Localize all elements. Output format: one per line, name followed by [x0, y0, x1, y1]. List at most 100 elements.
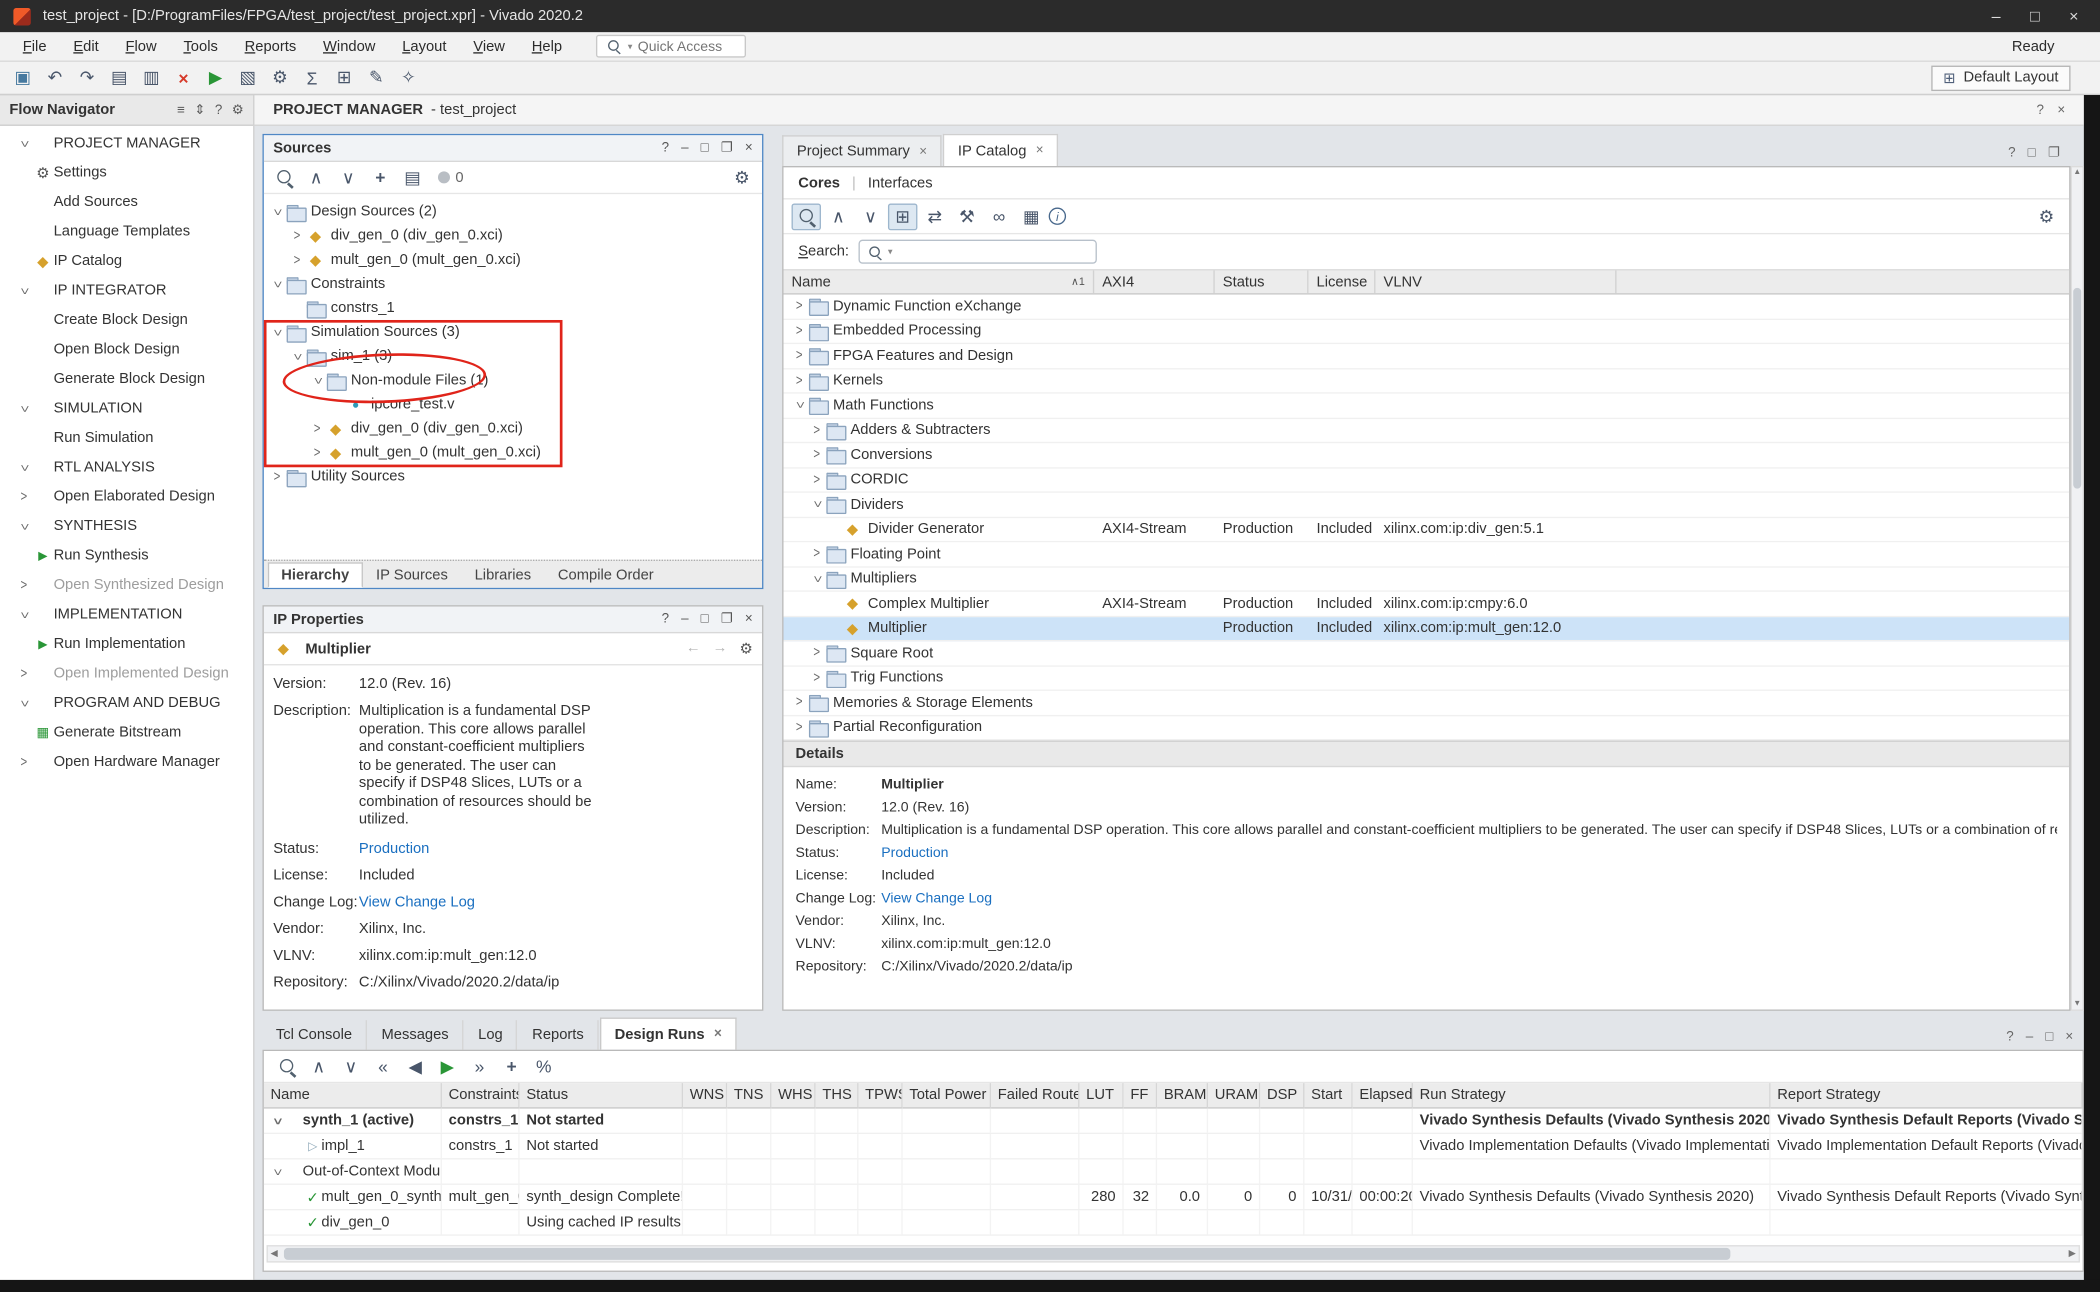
horizontal-scrollbar[interactable]: ◀ ▶ — [267, 1245, 2080, 1262]
flow-nav-entry[interactable]: SIMULATION — [0, 394, 253, 423]
menu-item[interactable]: File — [11, 35, 59, 56]
div_gen_0[interactable]: div_gen_0 Using cached IP results — [264, 1210, 2083, 1235]
expander-icon[interactable] — [809, 497, 825, 512]
FPGA Features and Design[interactable]: FPGA Features and Design — [783, 344, 2069, 369]
menu-item[interactable]: Reports — [233, 35, 309, 56]
column-header[interactable]: AXI4 — [1094, 270, 1215, 293]
reset-runs-icon[interactable]: « — [368, 1053, 397, 1080]
Kernels[interactable]: Kernels — [783, 369, 2069, 394]
column-header[interactable]: BRAM — [1157, 1083, 1208, 1108]
mult_gen_0_synth_1[interactable]: mult_gen_0_synth_1 mult_gen_0 synth_desi… — [264, 1185, 2083, 1210]
collapse-all-icon[interactable]: ∧ — [824, 203, 853, 230]
float-icon[interactable]: □ — [701, 141, 709, 156]
column-header[interactable]: Status — [1215, 270, 1309, 293]
column-header[interactable]: Failed Routes — [991, 1083, 1079, 1108]
flow-nav-entry[interactable]: Open Elaborated Design — [0, 482, 253, 511]
close-icon[interactable]: × — [2065, 1030, 2073, 1045]
column-header[interactable]: Status — [520, 1083, 683, 1108]
catalog-search-box[interactable]: ▾ — [858, 240, 1096, 264]
flow-nav-entry[interactable]: RTL ANALYSIS — [0, 453, 253, 482]
search-icon[interactable] — [269, 164, 298, 191]
column-header[interactable]: License — [1308, 270, 1375, 293]
resize-icon[interactable]: ⇕ — [194, 102, 205, 117]
collapse-all-icon[interactable]: ∧ — [301, 164, 330, 191]
run-icon[interactable]: ▶ — [201, 64, 230, 91]
expand-all-icon[interactable]: ∨ — [336, 1053, 365, 1080]
edit-icon[interactable]: ✎ — [362, 64, 391, 91]
tab-reports[interactable]: Reports × — [519, 1020, 599, 1049]
expander-icon[interactable] — [269, 325, 285, 340]
tree-item[interactable]: div_gen_0 (div_gen_0.xci) — [264, 224, 762, 248]
sources-panel-titlebar[interactable]: Sources ? – □ ❐ × — [264, 135, 762, 162]
minimize-icon[interactable]: – — [681, 141, 688, 156]
column-header[interactable]: LUT — [1079, 1083, 1123, 1108]
tree-item[interactable]: constrs_1 — [264, 296, 762, 320]
CORDIC[interactable]: CORDIC — [783, 468, 2069, 493]
impl_1[interactable]: impl_1 constrs_1 Not started — [264, 1134, 2083, 1159]
column-header[interactable]: Total Power — [903, 1083, 991, 1108]
expander-icon[interactable] — [792, 398, 808, 413]
Dividers[interactable]: Dividers — [783, 493, 2069, 518]
help-icon[interactable]: ? — [2008, 146, 2015, 161]
expander-icon[interactable] — [269, 1113, 285, 1128]
tab-ip-sources[interactable]: IP Sources — [363, 562, 462, 587]
tab-close-icon[interactable]: × — [714, 1027, 722, 1042]
table-view-icon[interactable]: ▦ — [1017, 203, 1046, 230]
menu-item[interactable]: Flow — [113, 35, 168, 56]
ip-properties-titlebar[interactable]: IP Properties ? – □ ❐ × — [264, 607, 762, 634]
undo-icon[interactable]: ↶ — [40, 64, 69, 91]
flow-nav-entry[interactable]: PROGRAM AND DEBUG — [0, 688, 253, 717]
tab-compile-order[interactable]: Compile Order — [545, 562, 668, 587]
tree-item[interactable]: ipcore_test.v — [264, 392, 762, 416]
settings-icon[interactable]: ⚙ — [727, 164, 756, 191]
close-icon[interactable]: × — [745, 141, 753, 156]
tab-tcl-console[interactable]: Tcl Console × — [263, 1020, 367, 1049]
tree-item[interactable]: Utility Sources — [264, 465, 762, 489]
help-icon[interactable]: ? — [2037, 102, 2044, 117]
settings-icon[interactable]: ⚙ — [232, 102, 244, 117]
flow-nav-entry[interactable]: Create Block Design — [0, 305, 253, 334]
expander-icon[interactable] — [309, 445, 325, 460]
maximize-button[interactable]: □ — [2030, 7, 2040, 26]
tree-item[interactable]: mult_gen_0 (mult_gen_0.xci) — [264, 248, 762, 272]
info-icon[interactable]: i — [1049, 208, 1066, 225]
launch-runs-icon[interactable]: ▶ — [433, 1053, 462, 1080]
column-header[interactable]: Run Strategy — [1413, 1083, 1771, 1108]
flow-nav-entry[interactable]: IP INTEGRATOR — [0, 276, 253, 305]
flow-nav-entry[interactable]: Settings — [0, 158, 253, 187]
settings-icon[interactable]: ⚙ — [739, 640, 752, 657]
column-header[interactable]: Name ∧1 — [783, 270, 1094, 293]
compare-icon[interactable]: ⇄ — [920, 203, 949, 230]
menu-item[interactable]: Window — [311, 35, 388, 56]
Floating Point[interactable]: Floating Point — [783, 542, 2069, 567]
column-header[interactable]: TNS — [727, 1083, 771, 1108]
float-icon[interactable]: □ — [701, 612, 709, 627]
flow-nav-entry[interactable]: Generate Block Design — [0, 364, 253, 393]
sum-icon[interactable]: Σ — [297, 64, 326, 91]
Partial Reconfiguration[interactable]: Partial Reconfiguration — [783, 716, 2069, 741]
column-header[interactable]: WHS — [771, 1083, 815, 1108]
Memories & Storage Elements[interactable]: Memories & Storage Elements — [783, 691, 2069, 716]
board-icon[interactable]: ⊞ — [329, 64, 358, 91]
tab-close-icon[interactable]: × — [1036, 143, 1044, 158]
tree-item[interactable]: mult_gen_0 (mult_gen_0.xci) — [264, 440, 762, 464]
paste-icon[interactable]: ▥ — [137, 64, 166, 91]
column-header[interactable]: THS — [816, 1083, 859, 1108]
expander-icon[interactable] — [792, 373, 808, 388]
flow-nav-entry[interactable]: PROJECT MANAGER — [0, 129, 253, 158]
flow-nav-entry[interactable]: Run Simulation — [0, 423, 253, 452]
flow-nav-entry[interactable]: SYNTHESIS — [0, 511, 253, 540]
Conversions[interactable]: Conversions — [783, 443, 2069, 468]
redo-icon[interactable]: ↷ — [72, 64, 101, 91]
close-icon[interactable]: × — [2057, 102, 2065, 117]
quick-access-search[interactable]: ▾ — [596, 35, 746, 58]
Trig Functions[interactable]: Trig Functions — [783, 666, 2069, 691]
help-icon[interactable]: ? — [215, 102, 222, 117]
tree-item[interactable]: Design Sources (2) — [264, 199, 762, 223]
help-icon[interactable]: ? — [2006, 1030, 2013, 1045]
Dynamic Function eXchange[interactable]: Dynamic Function eXchange — [783, 295, 2069, 320]
flow-nav-entry[interactable]: Run Implementation — [0, 629, 253, 658]
forward-icon[interactable]: → — [713, 640, 728, 657]
percent-icon[interactable]: % — [529, 1053, 558, 1080]
property-value[interactable]: View Change Log — [359, 894, 475, 910]
